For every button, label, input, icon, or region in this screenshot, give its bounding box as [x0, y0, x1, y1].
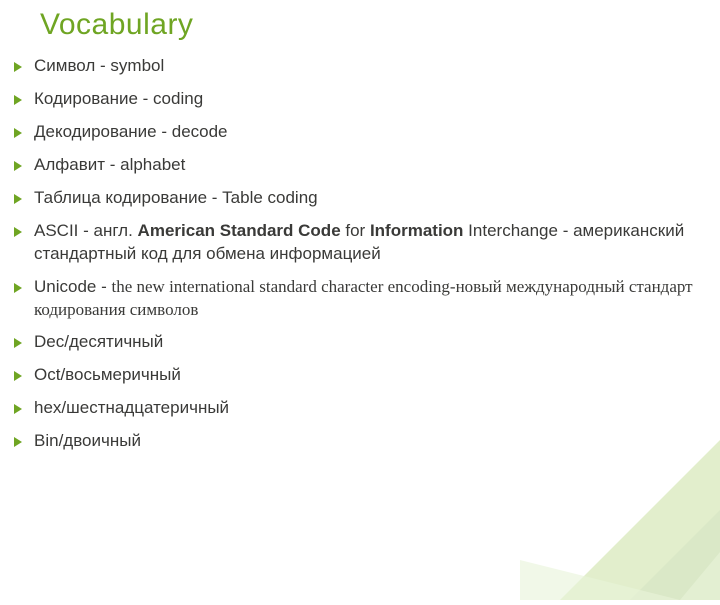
text-segment: Символ - symbol [34, 56, 164, 75]
text-segment: for [341, 221, 370, 240]
text-segment: Bin/двоичный [34, 431, 141, 450]
text-segment: Алфавит - alphabet [34, 155, 185, 174]
list-item: Таблица кодирование - Table coding [8, 182, 720, 215]
list-item: hex/шестнадцатеричный [8, 392, 720, 425]
text-segment: Декодирование - decode [34, 122, 228, 141]
text-segment: Unicode - [34, 277, 111, 296]
list-item: ASCII - англ. American Standard Code for… [8, 215, 720, 271]
list-item: Декодирование - decode [8, 116, 720, 149]
text-segment: American Standard Code [138, 221, 341, 240]
list-item: Unicode - the new international standard… [8, 271, 720, 327]
list-item: Символ - symbol [8, 50, 720, 83]
text-segment: Oct/восьмеричный [34, 365, 181, 384]
list-item: Кодирование - coding [8, 83, 720, 116]
text-segment: ASCII - англ. [34, 221, 138, 240]
list-item: Dec/десятичный [8, 326, 720, 359]
text-segment: hex/шестнадцатеричный [34, 398, 229, 417]
text-segment: the new international standard character… [34, 277, 693, 319]
text-segment: Кодирование - coding [34, 89, 203, 108]
list-item: Алфавит - alphabet [8, 149, 720, 182]
text-segment: Information [370, 221, 464, 240]
text-segment: Dec/десятичный [34, 332, 163, 351]
list-item: Oct/восьмеричный [8, 359, 720, 392]
page-title: Vocabulary [0, 0, 720, 50]
vocabulary-list: Символ - symbol Кодирование - coding Декод… [0, 50, 720, 458]
list-item: Bin/двоичный [8, 425, 720, 458]
text-segment: Таблица кодирование - Table coding [34, 188, 318, 207]
